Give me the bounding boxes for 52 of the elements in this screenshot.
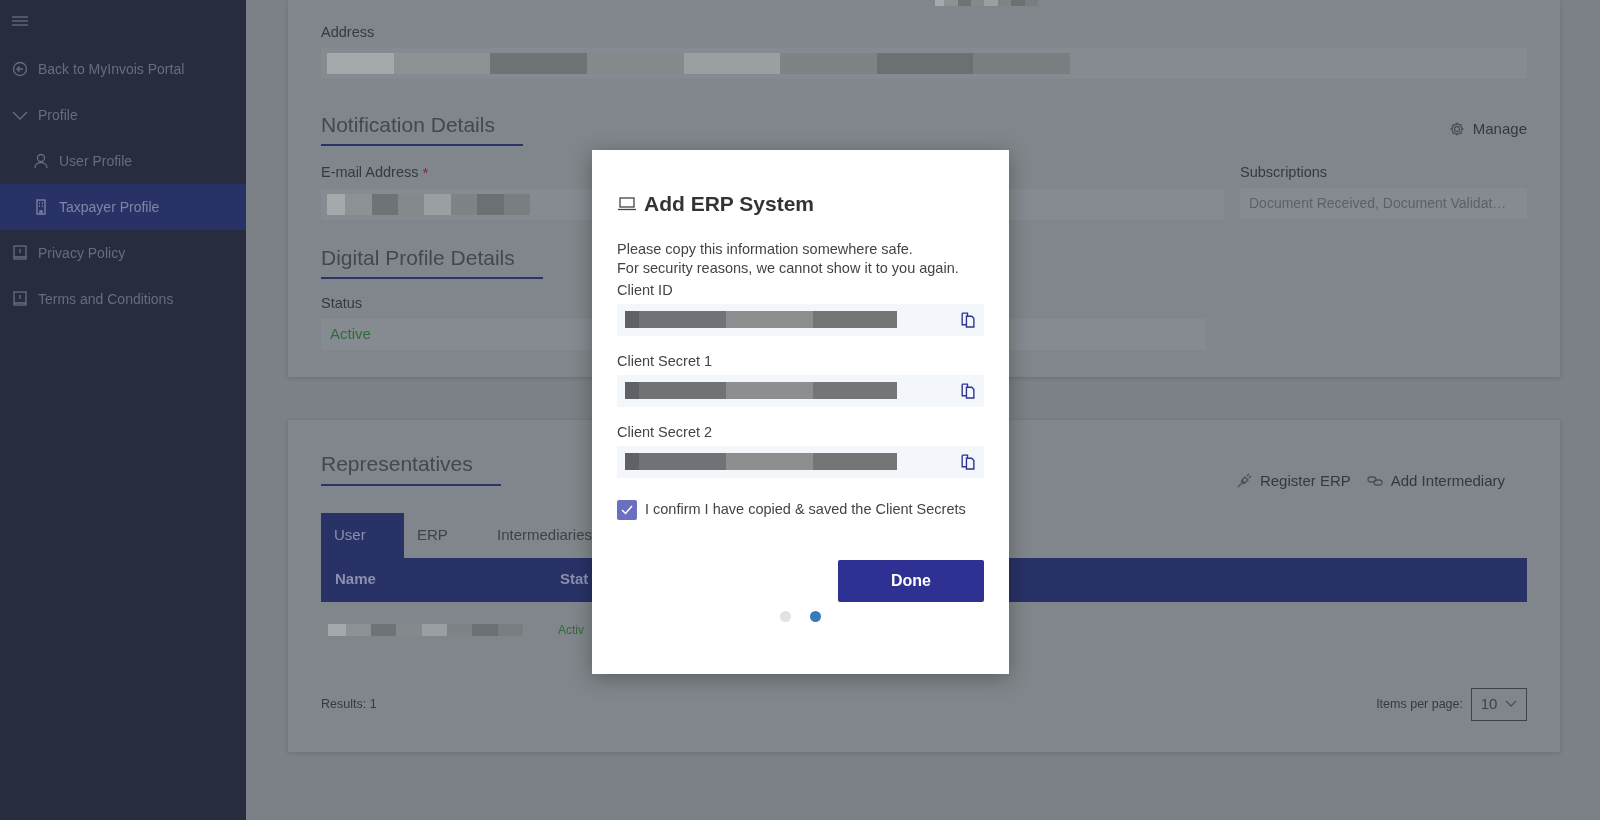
field-label: Address — [321, 23, 376, 42]
action-link[interactable]: Register ERP — [1235, 470, 1351, 493]
dialog-text: Please copy this information somewhere safe. — [617, 239, 914, 259]
section-heading: Notification Details — [321, 108, 523, 147]
dialog-text: For security reasons, we cannot show it to you again. — [617, 258, 960, 278]
field-label: E-mail Address — [321, 163, 419, 183]
chevron-icon — [1505, 700, 1518, 708]
sidebar-item[interactable]: Taxpayer Profile — [0, 184, 246, 230]
check-icon — [621, 504, 633, 515]
sidebar-item[interactable]: Profile — [0, 92, 246, 138]
step-dot[interactable] — [810, 610, 821, 622]
checkbox[interactable] — [617, 499, 637, 520]
field-label: Status — [321, 294, 364, 314]
column-heading: Name — [334, 569, 377, 590]
field-label: Subscriptions — [1240, 163, 1329, 183]
action-link[interactable]: Add Intermediary — [1366, 470, 1505, 493]
table-cell-text: Activ — [558, 621, 584, 639]
dialog-title: Add ERP System — [644, 191, 814, 217]
sidebar-item[interactable]: Back to MyInvois Portal — [0, 46, 246, 92]
done-button[interactable]: Done — [838, 559, 984, 602]
plug-icon — [1235, 473, 1252, 490]
field-label: Client Secret 2 — [617, 422, 714, 442]
tab[interactable]: ERP — [404, 512, 484, 558]
page-size-select[interactable]: 10 — [1471, 687, 1527, 721]
results-count: Results: 1 — [321, 695, 377, 713]
field-label: Client ID — [617, 280, 674, 300]
copy-icon — [959, 311, 976, 328]
sidebar-item[interactable]: Privacy Policy — [0, 230, 246, 276]
copy-button[interactable] — [959, 453, 976, 470]
sidebar-item[interactable]: Terms and Conditions — [0, 276, 246, 322]
manage-button[interactable]: Manage — [1448, 117, 1527, 141]
field-label: Items per page: — [1376, 695, 1463, 713]
copy-button[interactable] — [959, 382, 976, 399]
sidebar-item[interactable]: User Profile — [0, 138, 246, 184]
step-dot[interactable] — [780, 610, 791, 622]
user-icon — [33, 153, 49, 169]
required-mark: * — [422, 163, 429, 184]
book-icon — [12, 245, 28, 261]
book-icon — [12, 291, 28, 307]
copy-icon — [959, 453, 976, 470]
column-heading: Stat — [560, 569, 589, 590]
copy-button[interactable] — [959, 311, 976, 328]
tab[interactable]: Intermediaries — [484, 512, 606, 558]
section-heading: Digital Profile Details — [321, 241, 543, 280]
copy-icon — [959, 382, 976, 399]
building-icon — [33, 199, 49, 215]
field-label: Client Secret 1 — [617, 351, 714, 371]
gear-icon — [1448, 121, 1465, 137]
tab[interactable]: User — [321, 512, 404, 558]
section-heading: Representatives — [321, 448, 501, 486]
laptop-icon — [617, 196, 637, 211]
checkbox-label: I confirm I have copied & saved the Client Secrets — [645, 500, 966, 519]
